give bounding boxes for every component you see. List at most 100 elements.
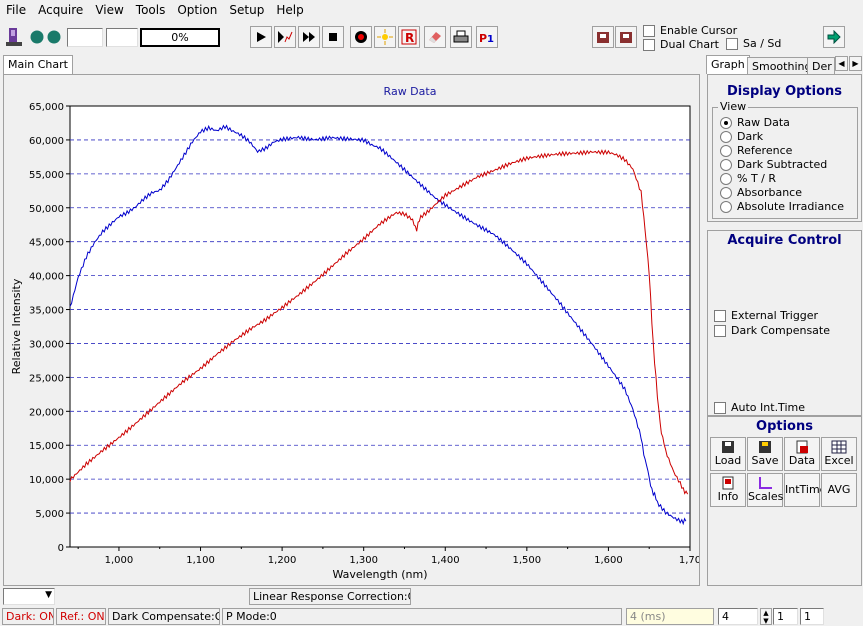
- dual-chart-checkbox[interactable]: [643, 39, 655, 51]
- x-tick-label: 1,400: [431, 555, 460, 566]
- excel-button[interactable]: Excel: [821, 437, 857, 471]
- view-option-raw-data[interactable]: Raw Data: [720, 116, 790, 129]
- radio-button[interactable]: [720, 116, 732, 129]
- box-car-field[interactable]: 1: [773, 608, 798, 625]
- info-button[interactable]: Info: [710, 473, 746, 507]
- spectrometer-icon[interactable]: [4, 26, 24, 48]
- tab-scroll-left-button[interactable]: ◀: [835, 56, 848, 71]
- radio-button[interactable]: [720, 144, 732, 157]
- menu-help[interactable]: Help: [270, 3, 309, 17]
- avg-field[interactable]: 4: [718, 608, 758, 625]
- chart-panel: Raw Data 0 5,000 10,000 15,000 20,000 25,000 30…: [3, 74, 701, 586]
- eraser-button[interactable]: [424, 26, 446, 48]
- sa-sd-checkbox[interactable]: [726, 38, 738, 50]
- stop-button[interactable]: [322, 26, 344, 48]
- status-bar: Dark: ON Ref.: ON Dark Compensate:OFF P …: [0, 606, 863, 626]
- data-icon: [796, 440, 808, 454]
- data-button[interactable]: Data: [784, 437, 820, 471]
- external-trigger-checkbox[interactable]: [714, 310, 726, 322]
- menu-setup[interactable]: Setup: [223, 3, 270, 17]
- display-options-panel: Display Options View Raw Data Dark Referen…: [707, 74, 862, 222]
- view-option-absorbance[interactable]: Absorbance: [720, 186, 802, 199]
- scales-button[interactable]: Scales: [747, 473, 783, 507]
- tab-main-chart[interactable]: Main Chart: [3, 55, 73, 75]
- x-tick-label: 1,200: [268, 555, 297, 566]
- menu-option[interactable]: Option: [171, 3, 223, 17]
- mode-select[interactable]: ▼: [3, 588, 55, 605]
- display-options-title: Display Options: [726, 84, 843, 99]
- raw-data-chart[interactable]: Raw Data 0 5,000 10,000 15,000 20,000 25,000 30…: [4, 75, 701, 585]
- x-tick-label: 1,300: [349, 555, 378, 566]
- y-tick-label: 50,000: [29, 204, 64, 215]
- acquire-control-panel: Acquire Control External Trigger Dark Co…: [707, 230, 862, 416]
- svg-text:R: R: [405, 31, 414, 45]
- radio-button[interactable]: [720, 130, 732, 143]
- scan-field[interactable]: [106, 28, 138, 47]
- x-tick-label: 1,000: [105, 555, 134, 566]
- view-option-label: Dark: [737, 130, 764, 143]
- view-option-absolute-irradiance[interactable]: Absolute Irradiance: [720, 200, 844, 213]
- dark-compensate-checkbox[interactable]: [714, 325, 726, 337]
- options-panel: Options Load Save Data Excel Info Scales…: [707, 416, 862, 586]
- auto-int-time-option[interactable]: Auto Int.Time: [714, 401, 805, 414]
- view-option-label: Raw Data: [737, 116, 790, 129]
- dual-chart-label: Dual Chart: [660, 38, 719, 51]
- export-button[interactable]: [592, 26, 614, 48]
- next-arrow-button[interactable]: [823, 26, 845, 48]
- reference-button[interactable]: R: [398, 26, 420, 48]
- fast-forward-button[interactable]: [298, 26, 320, 48]
- lamp-button[interactable]: [374, 26, 396, 48]
- enable-cursor-label: Enable Cursor: [660, 24, 738, 37]
- radio-button[interactable]: [720, 200, 732, 213]
- tab-graph[interactable]: Graph: [706, 55, 750, 74]
- dark-compensate-option[interactable]: Dark Compensate: [714, 324, 830, 337]
- radio-button[interactable]: [720, 186, 732, 199]
- load-label: Load: [714, 454, 742, 467]
- print-button[interactable]: [450, 26, 472, 48]
- view-option-dark-subtracted[interactable]: Dark Subtracted: [720, 158, 827, 171]
- view-option-dark[interactable]: Dark: [720, 130, 763, 143]
- tab-derivative[interactable]: Der: [807, 57, 835, 74]
- excel-label: Excel: [824, 454, 854, 467]
- view-group-label: View: [718, 100, 749, 113]
- channel-field[interactable]: [67, 28, 103, 47]
- y-tick-label: 10,000: [29, 475, 64, 486]
- x-tick-label: 1,70: [679, 555, 699, 566]
- sa-sd-label: Sa / Sd: [743, 37, 782, 50]
- external-trigger-option[interactable]: External Trigger: [714, 309, 818, 322]
- avg-button[interactable]: AVG: [821, 473, 857, 507]
- import-button[interactable]: [615, 26, 637, 48]
- play-button[interactable]: [250, 26, 272, 48]
- int-time-button[interactable]: IntTime: [784, 473, 826, 507]
- start-field[interactable]: 1: [800, 608, 824, 625]
- enable-cursor-checkbox[interactable]: [643, 25, 655, 37]
- y-axis-label: Relative Intensity: [10, 278, 23, 374]
- view-option-t-r[interactable]: % T / R: [720, 172, 776, 185]
- radio-button[interactable]: [720, 172, 732, 185]
- record-button[interactable]: [350, 26, 372, 48]
- view-option-label: Absorbance: [737, 186, 803, 199]
- view-option-label: Dark Subtracted: [737, 158, 828, 171]
- avg-spinner[interactable]: ▲ ▼: [760, 608, 772, 625]
- scales-label: Scales: [748, 490, 784, 503]
- radio-button[interactable]: [720, 158, 732, 171]
- load-button[interactable]: Load: [710, 437, 746, 471]
- y-tick-label: 60,000: [29, 136, 64, 147]
- sa-sd-option[interactable]: Sa / Sd: [726, 37, 781, 50]
- step-chart-button[interactable]: [274, 26, 296, 48]
- menu-tools[interactable]: Tools: [130, 3, 172, 17]
- dual-chart-option[interactable]: Dual Chart: [643, 38, 719, 51]
- linear-correction-status: Linear Response Correction:OFF: [249, 588, 411, 605]
- save-button[interactable]: Save: [747, 437, 783, 471]
- view-option-label: Reference: [737, 144, 793, 157]
- auto-int-time-checkbox[interactable]: [714, 402, 726, 414]
- acquire-control-title: Acquire Control: [727, 233, 842, 248]
- plot-area: [69, 105, 691, 548]
- view-option-reference[interactable]: Reference: [720, 144, 792, 157]
- enable-cursor-option[interactable]: Enable Cursor: [643, 24, 737, 37]
- menu-file[interactable]: File: [0, 3, 32, 17]
- menu-acquire[interactable]: Acquire: [32, 3, 89, 17]
- menu-view[interactable]: View: [89, 3, 129, 17]
- tab-scroll-right-button[interactable]: ▶: [849, 56, 862, 71]
- p1-button[interactable]: P1: [476, 26, 498, 48]
